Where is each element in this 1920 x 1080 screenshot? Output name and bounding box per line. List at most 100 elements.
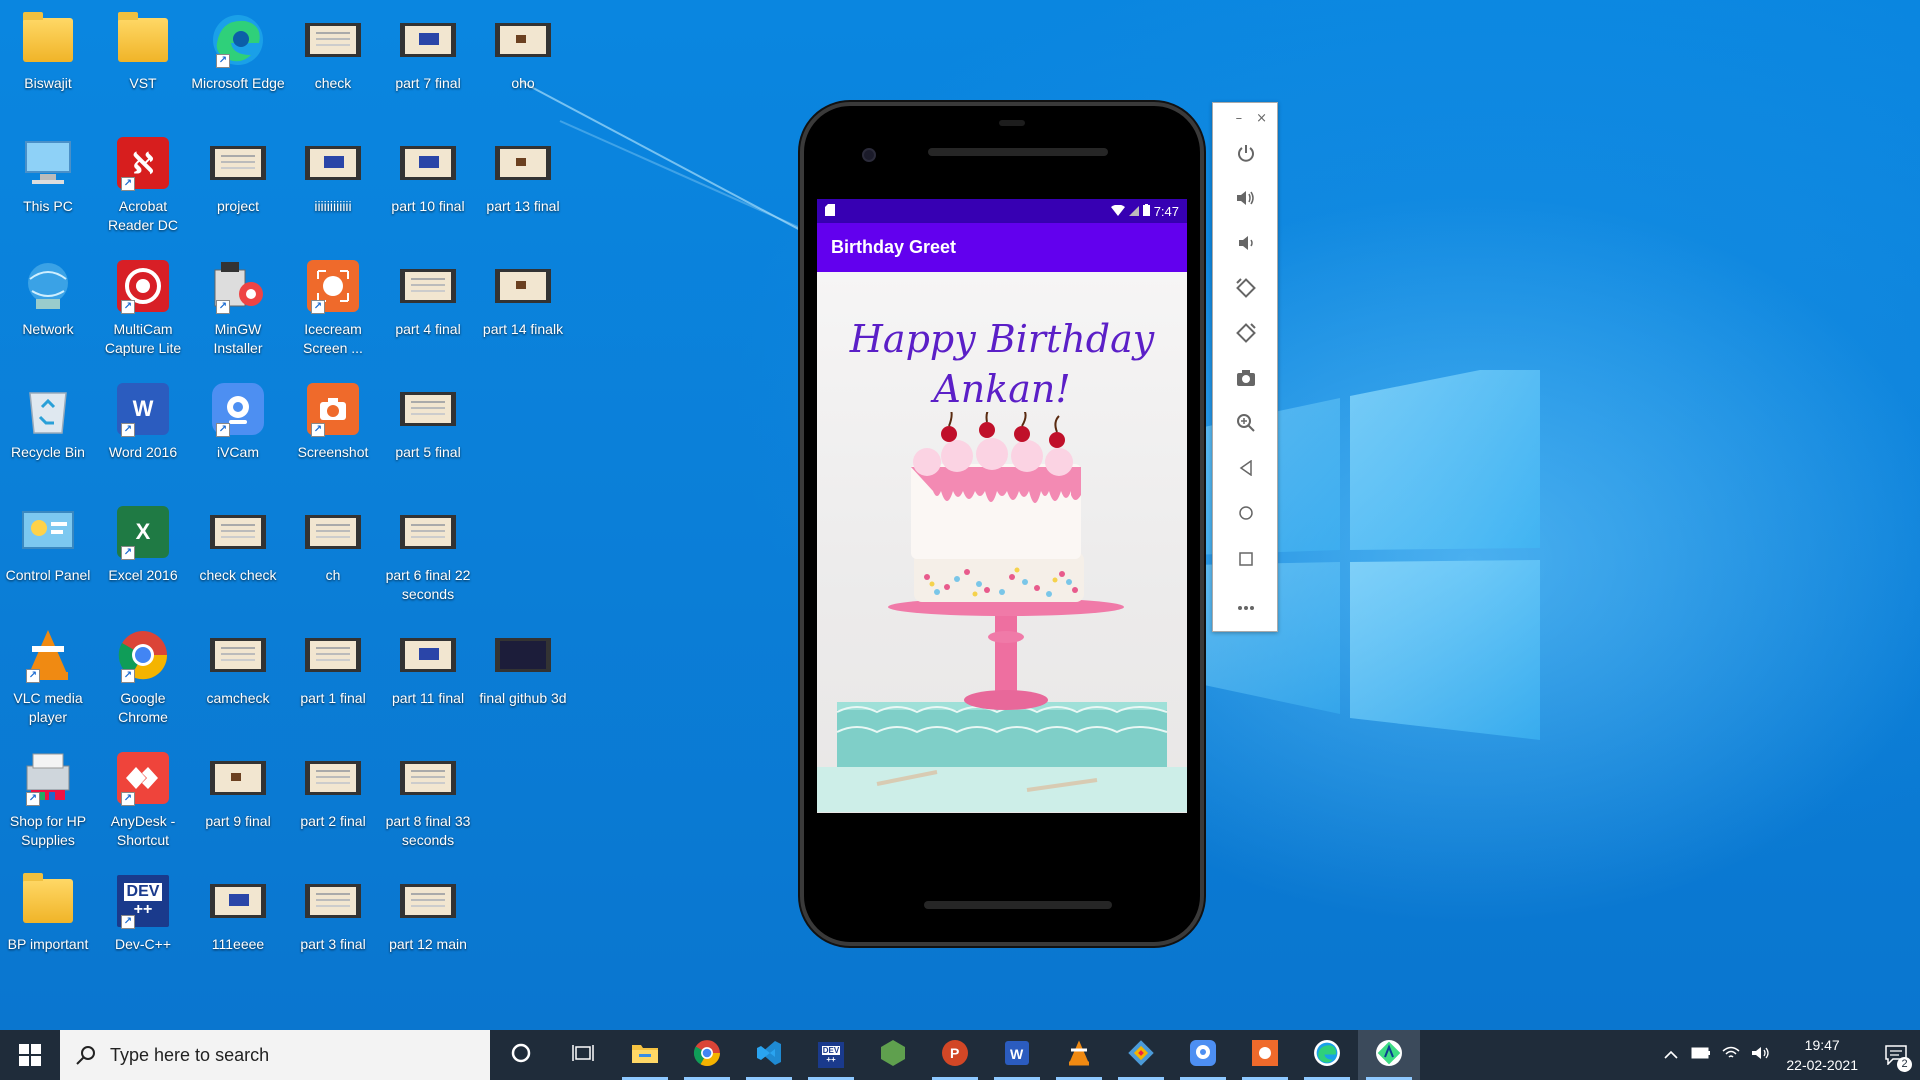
desktop-icon[interactable]: ↗ Google Chrome [97,619,189,737]
desktop-icon[interactable]: check check [192,496,284,614]
taskbar-task-view-button[interactable] [552,1030,614,1080]
desktop-icon[interactable]: X ↗ Excel 2016 [97,496,189,614]
taskbar-nodejs-button[interactable] [862,1030,924,1080]
start-button[interactable] [0,1030,60,1080]
desktop-icon[interactable]: part 13 final [477,127,569,245]
desktop-icon[interactable]: ↗ VLC media player [2,619,94,737]
taskbar-search-box[interactable]: Type here to search [60,1030,490,1080]
desktop-icon[interactable]: ↗ Screenshot [287,373,379,491]
desktop-icon[interactable]: part 10 final [382,127,474,245]
taskbar-vscode-button[interactable] [738,1030,800,1080]
zoom-icon [1236,413,1256,437]
desktop-icon-label: 111eeee [211,936,265,952]
desktop-icon[interactable]: Control Panel [2,496,94,614]
desktop-icon[interactable]: Biswajit [2,4,94,122]
desktop-icon[interactable]: DEV ++ ↗ Dev-C++ [97,865,189,983]
recycle-bin-icon [18,379,78,439]
desktop-icon[interactable]: part 3 final [287,865,379,983]
vlc-icon [1067,1039,1091,1071]
taskbar-devcpp-button[interactable]: DEV ++ [800,1030,862,1080]
battery-tray-icon[interactable] [1686,1046,1716,1064]
devcpp-icon: DEV ++ ↗ [113,871,173,931]
taskbar-file-explorer-button[interactable] [614,1030,676,1080]
volume-down-icon [1236,234,1256,256]
back-button[interactable] [1230,454,1262,486]
desktop-icon[interactable]: ↗ iVCam [192,373,284,491]
volume-up-button[interactable] [1230,184,1262,216]
desktop-icon[interactable]: 111eeee [192,865,284,983]
desktop-icon[interactable]: BP important [2,865,94,983]
taskbar-android-studio-button[interactable] [1358,1030,1420,1080]
chevron-up-icon[interactable] [1656,1046,1686,1064]
desktop-icon[interactable]: part 5 final [382,373,474,491]
user-folder-icon [18,10,78,70]
camera-button[interactable] [1230,364,1262,396]
video-file-icon [398,256,458,316]
video-file-icon [208,625,268,685]
rotate-right-button[interactable] [1230,319,1262,351]
desktop-icon[interactable]: part 4 final [382,250,474,368]
desktop-icon[interactable]: part 7 final [382,4,474,122]
more-button[interactable] [1230,589,1262,621]
taskbar-clock[interactable]: 19:47 22-02-2021 [1786,1035,1858,1075]
power-button[interactable] [1230,139,1262,171]
taskbar-ivcam-button[interactable] [1172,1030,1234,1080]
desktop-icon-label: VLC media player [13,690,83,725]
greeting-text: Happy Birthday Ankan! [817,314,1187,414]
desktop-icon[interactable]: ↗ Shop for HP Supplies [2,742,94,860]
zoom-button[interactable] [1230,409,1262,441]
desktop-icon[interactable]: camcheck [192,619,284,737]
folder-icon [113,10,173,70]
desktop-icon[interactable]: ↗ MultiCam Capture Lite [97,250,189,368]
desktop-icon[interactable]: part 9 final [192,742,284,860]
volume-tray-icon[interactable] [1746,1046,1776,1065]
taskbar-edge-button[interactable] [1296,1030,1358,1080]
desktop-icon[interactable]: Recycle Bin [2,373,94,491]
desktop-icon[interactable]: iiiiiiiiiiii [287,127,379,245]
taskbar-git-button[interactable] [1110,1030,1172,1080]
desktop-icon[interactable]: W ↗ Word 2016 [97,373,189,491]
desktop-icon[interactable]: ↗ Icecream Screen ... [287,250,379,368]
rotate-left-button[interactable] [1230,274,1262,306]
emulator-minimize-button[interactable]: – [1236,111,1243,126]
desktop-icon-label: part 14 finalk [482,321,564,337]
desktop-icon[interactable]: part 14 finalk [477,250,569,368]
volume-down-button[interactable] [1230,229,1262,261]
desktop-icon[interactable]: part 2 final [287,742,379,860]
emulator-close-button[interactable]: × [1256,111,1267,126]
desktop-icon[interactable]: Network [2,250,94,368]
desktop-icon[interactable]: oho [477,4,569,122]
desktop-icon[interactable]: check [287,4,379,122]
overview-button[interactable] [1230,544,1262,576]
desktop-icon[interactable]: part 8 final 33 seconds [382,742,474,860]
video-file-icon [398,502,458,562]
video-file-icon [493,10,553,70]
desktop-icon[interactable]: VST [97,4,189,122]
search-icon [76,1046,95,1065]
taskbar-word-button[interactable]: W [986,1030,1048,1080]
desktop-icon[interactable]: part 11 final [382,619,474,737]
desktop-icon[interactable]: final github 3d [477,619,569,737]
desktop-icon[interactable]: project [192,127,284,245]
taskbar-cortana-button[interactable] [490,1030,552,1080]
desktop-icon[interactable]: ℵ ↗ Acrobat Reader DC [97,127,189,245]
taskbar-icecream-button[interactable] [1234,1030,1296,1080]
desktop-icon[interactable]: ↗ AnyDesk - Shortcut [97,742,189,860]
taskbar-vlc-button[interactable] [1048,1030,1110,1080]
desktop-icon[interactable]: part 1 final [287,619,379,737]
wifi-tray-icon[interactable] [1716,1046,1746,1065]
ivcam-icon: ↗ [208,379,268,439]
desktop-icon[interactable]: ch [287,496,379,614]
desktop-icon[interactable]: ↗ Microsoft Edge [191,4,285,122]
desktop-icon[interactable]: ↗ MinGW Installer [192,250,284,368]
desktop-icon-label: camcheck [206,690,270,706]
action-center-button[interactable]: 2 [1872,1030,1920,1080]
phone-screen[interactable]: 7:47 Birthday Greet Happy Birthday Ankan… [817,199,1187,815]
taskbar-powerpoint-button[interactable]: P [924,1030,986,1080]
home-button[interactable] [1230,499,1262,531]
desktop-icon[interactable]: This PC [2,127,94,245]
desktop-icon-label: VST [129,75,157,91]
desktop-icon[interactable]: part 12 main [382,865,474,983]
taskbar-chrome-button[interactable] [676,1030,738,1080]
desktop-icon[interactable]: part 6 final 22 seconds [382,496,474,614]
